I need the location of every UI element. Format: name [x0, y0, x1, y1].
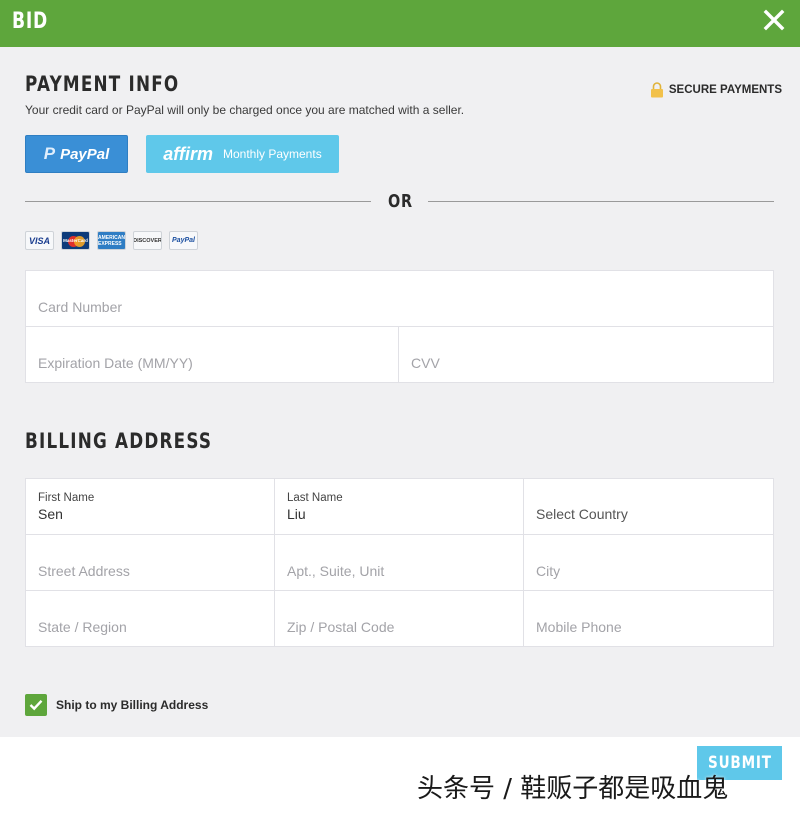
mastercard-card-icon: MasterCard — [61, 231, 90, 250]
paypal-card-icon: PayPal — [169, 231, 198, 250]
street-address-field[interactable]: Street Address — [25, 534, 275, 591]
country-select-value: Select Country — [536, 506, 628, 522]
expiration-date-field[interactable]: Expiration Date (MM/YY) — [25, 326, 399, 383]
header-bar: BID — [0, 0, 800, 47]
street-address-placeholder: Street Address — [38, 563, 130, 579]
mobile-phone-placeholder: Mobile Phone — [536, 619, 622, 635]
visa-card-icon: VISA — [25, 231, 54, 250]
secure-payments-badge: SECURE PAYMENTS — [650, 82, 782, 98]
affirm-button-label: Monthly Payments — [222, 147, 322, 161]
payment-info-subtitle: Your credit card or PayPal will only be … — [25, 103, 465, 117]
discover-card-icon: DISCOVER — [133, 231, 162, 250]
lock-icon — [650, 82, 663, 98]
divider-left — [25, 201, 371, 202]
paypal-button-label: PayPal — [60, 145, 110, 163]
last-name-field[interactable]: Last Name Liu — [274, 478, 524, 535]
paypal-icon: P — [43, 144, 56, 163]
apt-suite-field[interactable]: Apt., Suite, Unit — [274, 534, 524, 591]
ship-to-billing-label: Ship to my Billing Address — [56, 698, 209, 712]
first-name-label: First Name — [38, 492, 95, 504]
ship-to-billing-checkbox[interactable]: Ship to my Billing Address — [25, 694, 208, 716]
watermark-text: 头条号 / 鞋贩子都是吸血鬼 — [417, 774, 729, 804]
city-field[interactable]: City — [523, 534, 774, 591]
secure-payments-label: SECURE PAYMENTS — [668, 84, 782, 96]
billing-address-heading: BILLING ADDRESS — [25, 429, 213, 453]
modal-title: BID — [12, 9, 49, 34]
cvv-placeholder: CVV — [411, 355, 440, 371]
city-placeholder: City — [536, 563, 561, 579]
state-region-placeholder: State / Region — [38, 619, 127, 635]
divider-right — [428, 201, 774, 202]
amex-card-icon: AMERICAN EXPRESS — [97, 231, 126, 250]
expiration-date-placeholder: Expiration Date (MM/YY) — [38, 355, 193, 371]
accepted-cards: VISA MasterCard AMERICAN EXPRESS DISCOVE… — [25, 231, 198, 250]
first-name-value: Sen — [38, 506, 63, 522]
affirm-monthly-payments-button[interactable]: affirm Monthly Payments — [146, 135, 339, 173]
affirm-logo: affirm — [163, 143, 213, 164]
card-number-placeholder: Card Number — [38, 299, 123, 315]
first-name-field[interactable]: First Name Sen — [25, 478, 275, 535]
last-name-label: Last Name — [287, 492, 343, 504]
state-region-field[interactable]: State / Region — [25, 590, 275, 647]
apt-suite-placeholder: Apt., Suite, Unit — [287, 563, 385, 579]
payment-info-heading: PAYMENT INFO — [25, 72, 180, 96]
card-number-field[interactable]: Card Number — [25, 270, 774, 327]
checkmark-icon[interactable] — [25, 694, 47, 716]
last-name-value: Liu — [287, 506, 306, 522]
close-icon[interactable] — [762, 8, 786, 32]
mobile-phone-field[interactable]: Mobile Phone — [523, 590, 774, 647]
cvv-field[interactable]: CVV — [398, 326, 774, 383]
paypal-button[interactable]: P PayPal — [25, 135, 128, 173]
country-select[interactable]: Select Country — [523, 478, 774, 535]
zip-postal-placeholder: Zip / Postal Code — [287, 619, 395, 635]
or-divider-label: OR — [388, 191, 413, 212]
zip-postal-field[interactable]: Zip / Postal Code — [274, 590, 524, 647]
